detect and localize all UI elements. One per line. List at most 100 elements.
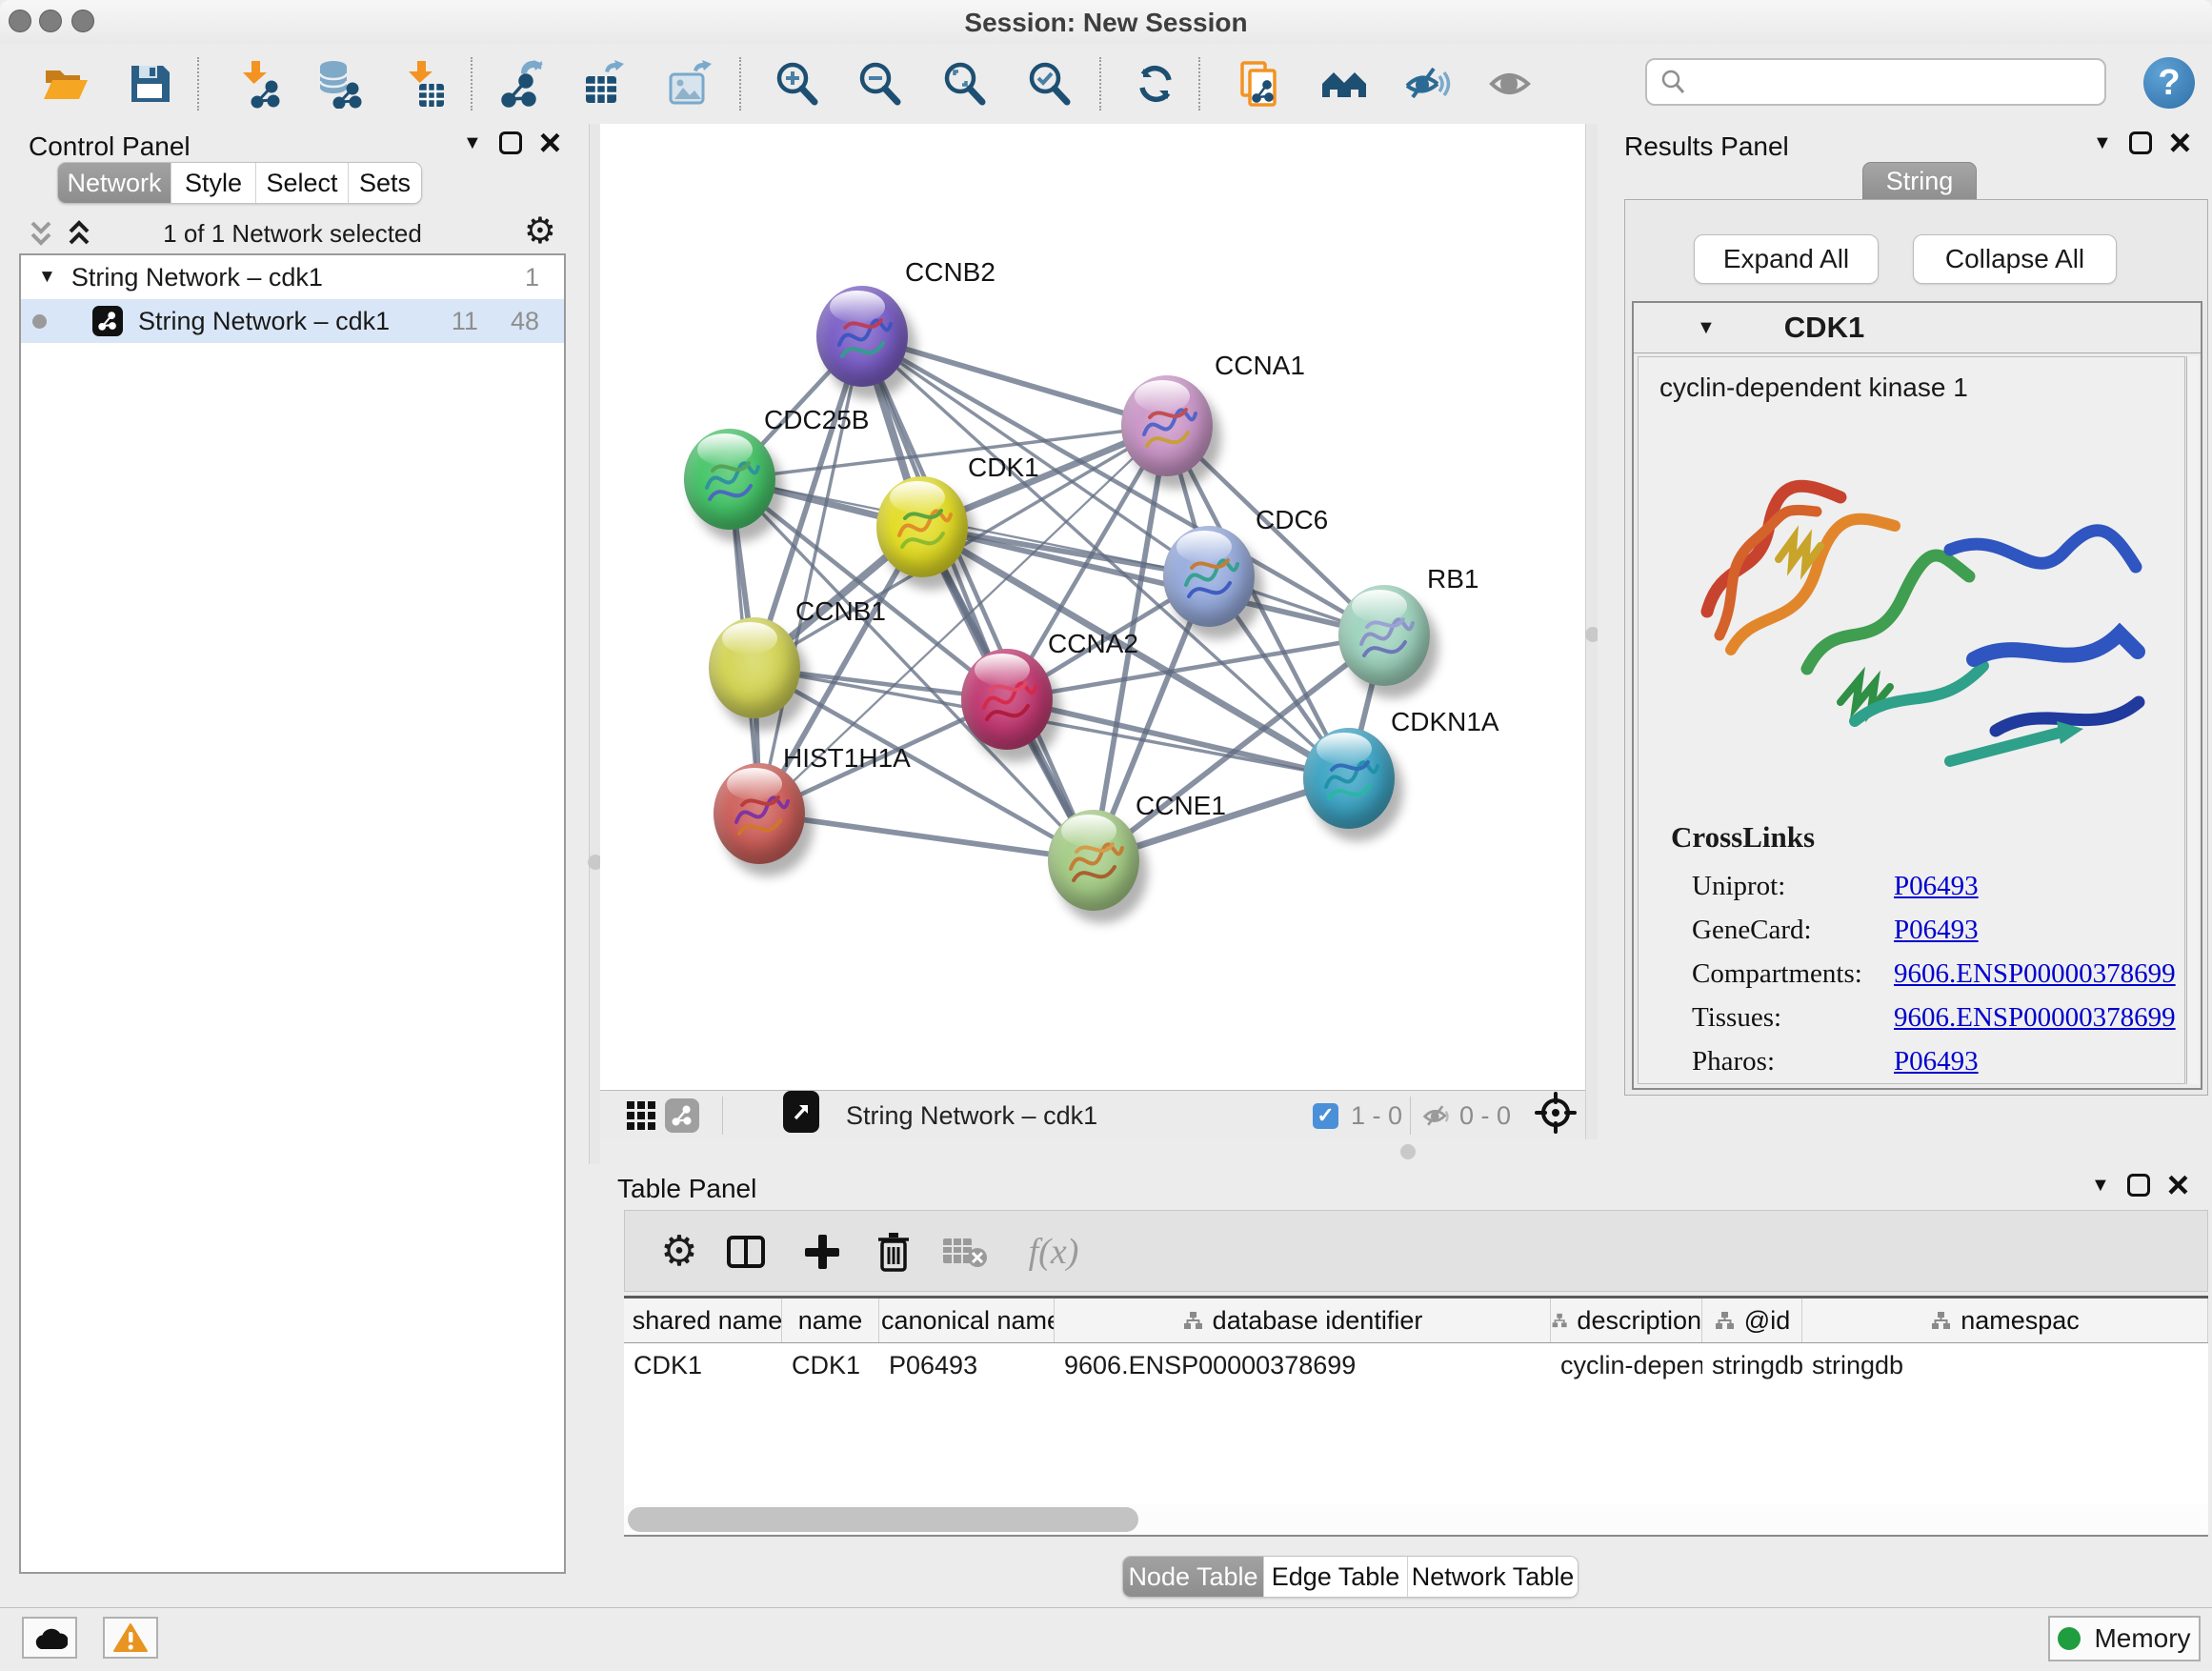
crosslink-value[interactable]: P06493 (1894, 915, 1979, 946)
tab-sets[interactable]: Sets (349, 163, 421, 203)
tab-node-table[interactable]: Node Table (1123, 1557, 1264, 1597)
selected-checkbox[interactable]: ✓ (1313, 1097, 1338, 1135)
grid-view-button[interactable] (625, 1097, 657, 1135)
panel-menu-caret-icon[interactable]: ▼ (2091, 1175, 2110, 1197)
table-horizontal-scrollbar[interactable] (624, 1504, 2208, 1535)
export-image-button[interactable] (663, 57, 716, 111)
show-all-button[interactable] (1484, 57, 1538, 111)
panel-float-icon[interactable] (2129, 131, 2152, 154)
crosslink-label: Tissues: (1692, 1002, 1894, 1034)
help-button[interactable]: ? (2143, 57, 2195, 109)
panel-close-icon[interactable]: × (2167, 1174, 2189, 1197)
column-header[interactable]: @id (1702, 1299, 1802, 1342)
tab-style[interactable]: Style (171, 163, 256, 203)
crosslink-value[interactable]: 9606.ENSP00000378699 (1894, 1002, 2176, 1034)
delete-table-button[interactable] (939, 1226, 991, 1278)
clone-network-button[interactable] (1233, 57, 1286, 111)
birds-eye-toggle-button[interactable] (1534, 1094, 1578, 1132)
network-collection-row[interactable]: ▼ String Network – cdk1 1 (21, 255, 564, 299)
column-header[interactable]: shared name (624, 1299, 782, 1342)
expand-all-button[interactable]: Expand All (1694, 234, 1879, 284)
hide-selected-button[interactable] (1399, 57, 1453, 111)
scrollbar-thumb[interactable] (628, 1507, 1138, 1532)
column-header-label: name (798, 1306, 863, 1336)
crosslink-row: Tissues:9606.ENSP00000378699 (1692, 996, 2184, 1039)
panel-menu-caret-icon[interactable]: ▼ (2093, 132, 2112, 154)
network-node-CCNA1[interactable] (1121, 375, 1213, 476)
export-table-button[interactable] (578, 57, 632, 111)
network-node-CCNB2[interactable] (816, 286, 908, 387)
panel-float-icon[interactable] (2127, 1174, 2150, 1197)
tab-network[interactable]: Network (58, 163, 171, 203)
column-type-icon (1714, 1310, 1735, 1331)
table-row[interactable]: CDK1CDK1P064939606.ENSP00000378699cyclin… (624, 1343, 2208, 1387)
save-session-button[interactable] (123, 57, 176, 111)
table-cell: stringdb:9... (1702, 1343, 1802, 1387)
refresh-layout-button[interactable] (1129, 57, 1182, 111)
column-header-label: description (1577, 1306, 1701, 1336)
column-header[interactable]: canonical name (879, 1299, 1055, 1342)
gear-icon[interactable]: ⚙ (524, 215, 556, 248)
crosslink-value[interactable]: P06493 (1894, 1046, 1979, 1077)
import-network-from-database-button[interactable] (311, 57, 364, 111)
network-node-CDC25B[interactable] (684, 429, 775, 530)
delete-column-button[interactable] (868, 1226, 919, 1278)
network-node-CCNE1[interactable] (1048, 810, 1139, 911)
network-node-RB1[interactable] (1338, 585, 1430, 686)
tab-select[interactable]: Select (256, 163, 349, 203)
network-node-CCNA2[interactable] (961, 649, 1053, 750)
column-header[interactable]: database identifier (1055, 1299, 1551, 1342)
network-view-mode-button[interactable] (665, 1097, 699, 1135)
column-header[interactable]: namespac (1802, 1299, 2208, 1342)
tree-expand-caret-icon[interactable]: ▼ (38, 267, 56, 288)
panel-close-icon[interactable]: × (539, 131, 561, 154)
memory-button[interactable]: Memory (2048, 1616, 2201, 1661)
zoom-selected-button[interactable] (1023, 57, 1076, 111)
create-column-button[interactable] (796, 1226, 848, 1278)
statusbar-separator (722, 1097, 723, 1135)
table-settings-button[interactable]: ⚙ (654, 1226, 705, 1278)
network-row[interactable]: String Network – cdk1 11 48 (21, 299, 564, 343)
protein-ribbon-thumb (714, 763, 805, 864)
zoom-in-button[interactable] (771, 57, 824, 111)
export-network-button[interactable] (496, 57, 550, 111)
crosslink-value[interactable]: P06493 (1894, 871, 1979, 902)
column-header[interactable]: name (782, 1299, 879, 1342)
splitter-handle[interactable] (1400, 1144, 1416, 1159)
open-session-button[interactable] (38, 57, 91, 111)
import-network-button[interactable] (231, 57, 284, 111)
show-columns-button[interactable] (720, 1226, 772, 1278)
panel-float-icon[interactable] (499, 131, 522, 154)
selected-count-text: 1 - 0 (1351, 1097, 1402, 1135)
crosslink-value[interactable]: 9606.ENSP00000378699 (1894, 958, 2176, 990)
collapse-all-button[interactable]: Collapse All (1913, 234, 2117, 284)
network-node-CDC6[interactable] (1163, 526, 1255, 627)
gene-collapse-caret-icon[interactable]: ▼ (1697, 317, 1716, 339)
tab-edge-table[interactable]: Edge Table (1264, 1557, 1408, 1597)
toolbar-separator (739, 57, 741, 111)
network-node-CDKN1A[interactable] (1303, 728, 1395, 829)
control-panel-tabs: Network Style Select Sets (57, 162, 422, 204)
import-table-button[interactable] (396, 57, 450, 111)
cloud-status-button[interactable] (22, 1617, 77, 1659)
search-input[interactable] (1687, 62, 2104, 102)
network-node-CDK1[interactable] (876, 476, 968, 577)
network-node-CCNB1[interactable] (709, 617, 800, 718)
table-cell: CDK1 (624, 1343, 782, 1387)
results-scrollbar[interactable] (2186, 356, 2199, 1084)
network-node-HIST1H1A[interactable] (714, 763, 805, 864)
column-header[interactable]: description (1551, 1299, 1702, 1342)
first-neighbors-button[interactable] (1317, 57, 1371, 111)
node-label-CDK1: CDK1 (968, 453, 1039, 483)
zoom-out-button[interactable] (854, 57, 907, 111)
network-canvas[interactable]: CCNB2 CCNA1 CDC25B CDK1 (600, 124, 1585, 1090)
panel-close-icon[interactable]: × (2169, 131, 2191, 154)
zoom-fit-button[interactable] (938, 57, 992, 111)
detach-view-button[interactable] (783, 1093, 819, 1131)
function-builder-button[interactable]: f(x) (1011, 1226, 1096, 1278)
gene-header-row[interactable]: ▼ CDK1 (1634, 303, 2201, 353)
warnings-button[interactable] (103, 1617, 158, 1659)
tab-network-table[interactable]: Network Table (1408, 1557, 1578, 1597)
tab-string[interactable]: String (1862, 162, 1977, 200)
panel-menu-caret-icon[interactable]: ▼ (463, 132, 482, 154)
